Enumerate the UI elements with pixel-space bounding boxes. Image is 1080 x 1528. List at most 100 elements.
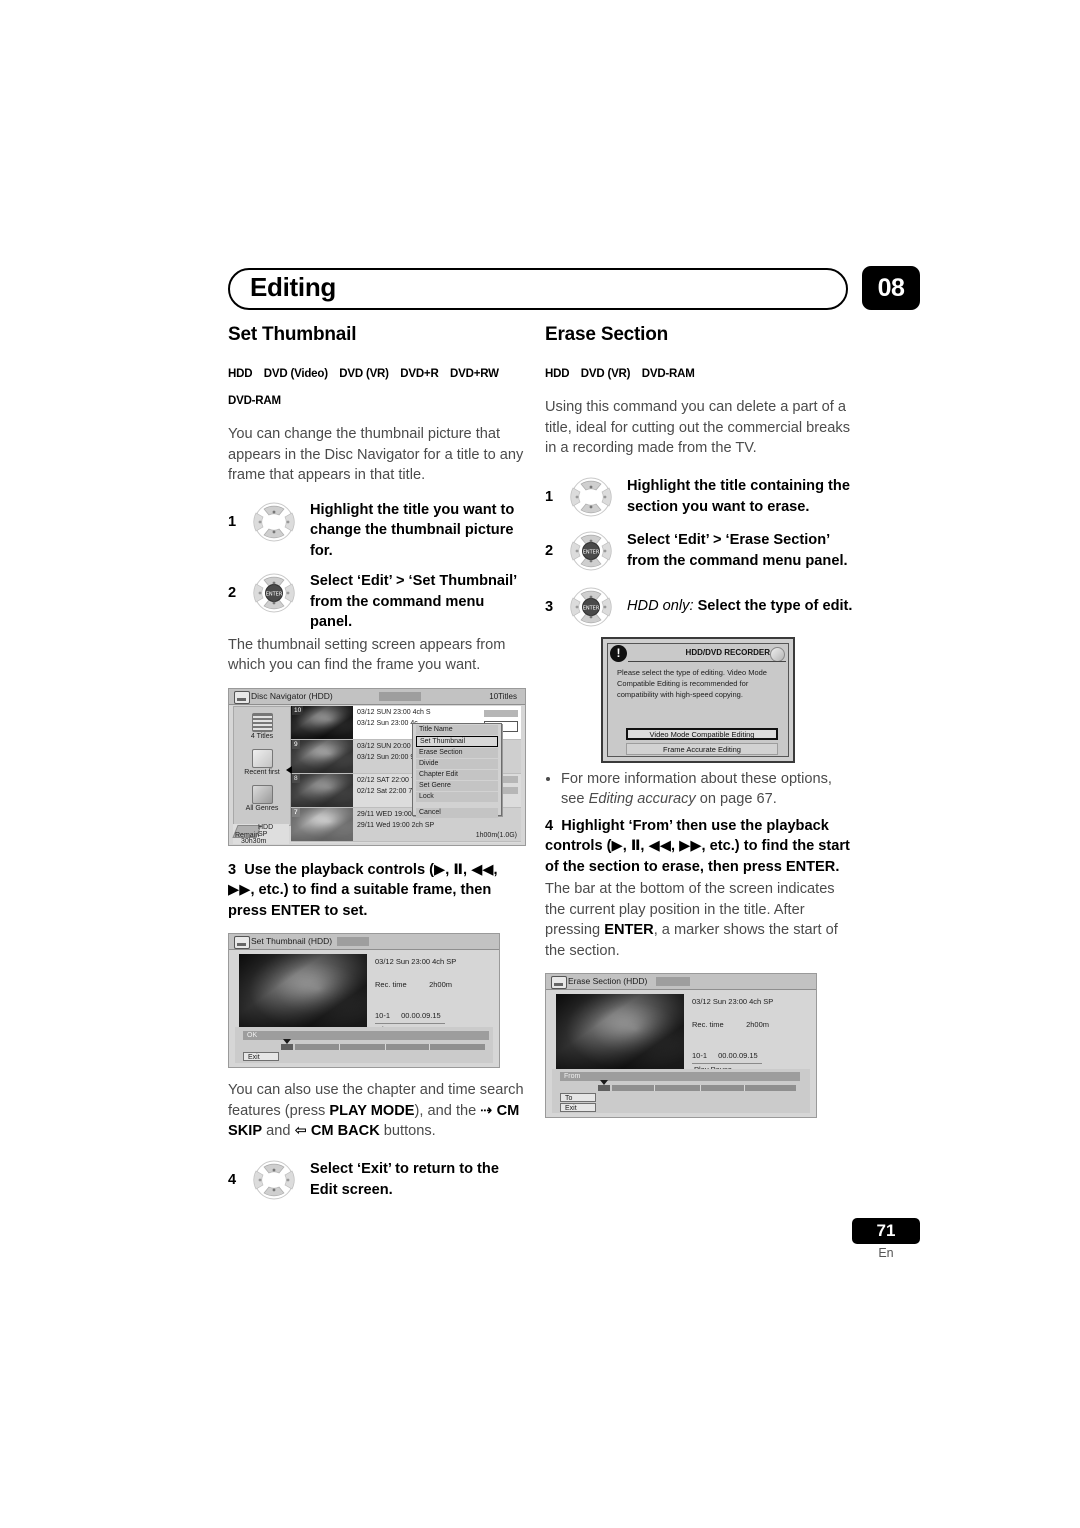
cursor-pad-icon <box>561 475 621 519</box>
ok-button[interactable]: OK <box>243 1031 489 1040</box>
step-number: 2 <box>545 542 554 559</box>
media-badge: DVD-RAM <box>223 384 281 414</box>
title-size: 1h00m(1.0G) <box>475 831 517 839</box>
sidebar-item-label: All Genres <box>245 804 279 812</box>
osd-title: Set Thumbnail (HDD) <box>251 936 333 946</box>
divider <box>628 660 786 662</box>
step-3-text: Select the type of edit. <box>697 598 853 615</box>
storage-status: HDD SP Remain 30h30m <box>232 823 289 845</box>
svg-text:ENTER: ENTER <box>266 592 283 598</box>
remain-value: 30h30m <box>241 837 267 845</box>
list-item: For more information about these options… <box>561 769 855 810</box>
cm-back-icon: ⇦ <box>294 1123 307 1139</box>
menu-item-title-name[interactable]: Title Name <box>416 724 498 735</box>
disc-navigator-screenshot: Disc Navigator (HDD) 10Titles 4 Titles R… <box>228 687 526 846</box>
dialog-inner: ! HDD/DVD RECORDER Please select the typ… <box>607 642 789 757</box>
menu-item-erase-section[interactable]: Erase Section <box>416 747 498 758</box>
title-number: 7 <box>292 807 300 817</box>
step-3-set-thumbnail: 3 Use the playback controls (▶, Ⅱ, ◀◀, ▶… <box>228 860 528 922</box>
menu-item-lock[interactable]: Lock <box>416 791 498 802</box>
title-number: 9 <box>292 739 300 749</box>
menu-item-set-genre[interactable]: Set Genre <box>416 780 498 791</box>
alert-icon: ! <box>610 644 627 662</box>
media-badge: DVD (Video) <box>258 357 328 387</box>
sidebar-item-titles[interactable]: 4 Titles <box>234 712 290 740</box>
recording-info: 03/12 Sun 23:00 4ch SP Rec. time 2h00m <box>375 956 456 990</box>
menu-item-set-thumbnail[interactable]: Set Thumbnail <box>416 735 498 747</box>
title-number: 8 <box>292 773 300 783</box>
step-1-text: Highlight the title containing the secti… <box>627 478 850 515</box>
video-mode-compatible-editing-button[interactable]: Video Mode Compatible Editing <box>626 727 778 740</box>
page-language: En <box>878 1246 894 1260</box>
menu-item-chapter-edit[interactable]: Chapter Edit <box>416 769 498 780</box>
osd-title-highlight <box>656 977 690 986</box>
media-badge: DVD (VR) <box>575 357 630 387</box>
progress-current <box>598 1085 610 1091</box>
cursor-pad-enter-icon: ENTER <box>561 585 621 629</box>
erase-section-icon <box>551 976 567 989</box>
exit-button[interactable]: Exit <box>243 1052 279 1061</box>
media-badges-erase-section: HDD DVD (VR) DVD-RAM <box>539 357 855 387</box>
title-info-line-2: 02/12 Sat 22:00 7cl <box>357 787 418 795</box>
osd-title: Erase Section (HDD) <box>568 976 648 986</box>
manual-page: Editing 08 Set Thumbnail HDD DVD (Video)… <box>0 0 1080 1528</box>
rec-time-label: Rec. time <box>692 1020 724 1029</box>
to-button[interactable]: To <box>560 1093 596 1102</box>
title-info-line-1: 03/12 SUN 23:00 4ch S <box>357 708 431 716</box>
step-4-text: Select ‘Exit’ to return to the Edit scre… <box>310 1161 499 1198</box>
section-title-erase-section: Erase Section <box>545 324 669 345</box>
osd-title-bar: Set Thumbnail (HDD) <box>229 934 499 950</box>
timecode-id: 10-1 <box>692 1051 708 1060</box>
timecode-value: 00.00.09.15 <box>718 1051 758 1060</box>
note-part-4: the <box>455 1102 481 1119</box>
cursor-pad-enter-icon: ENTER <box>561 529 621 573</box>
menu-item-cancel[interactable]: Cancel <box>416 807 498 818</box>
timecode-value: 00.00.09.15 <box>401 1011 441 1020</box>
dialog-title: HDD/DVD RECORDER <box>685 647 770 657</box>
transport-panel: OK Exit <box>235 1027 493 1063</box>
erase-section-intro: Using this command you can delete a part… <box>545 399 850 456</box>
exit-button[interactable]: Exit <box>560 1103 596 1112</box>
dialog-message: Please select the type of editing. Video… <box>617 667 767 699</box>
menu-item-divide[interactable]: Divide <box>416 758 498 769</box>
cm-skip-icon: ⇢ <box>480 1102 493 1119</box>
title-info-line-2: 03/12 Sun 20:00 9 <box>357 753 415 761</box>
from-button[interactable]: From <box>560 1072 800 1081</box>
step-number: 4 <box>545 817 554 834</box>
step-1-text: Highlight the title you want to change t… <box>310 501 515 559</box>
step-2-text: Select ‘Edit’ > ‘Set Thumbnail’ from the… <box>310 573 517 630</box>
sort-icon <box>251 748 273 768</box>
media-badge: DVD+R <box>395 357 439 387</box>
title-info-line-2: 29/11 Wed 19:00 2ch SP <box>357 821 435 829</box>
set-thumbnail-screenshot: Set Thumbnail (HDD) 03/12 Sun 23:00 4ch … <box>228 933 500 1068</box>
progress-track[interactable] <box>612 1085 796 1091</box>
title-thumbnail: 8 <box>291 773 353 807</box>
media-badge: DVD+RW <box>445 357 499 387</box>
step-4-erase-section: 4 Highlight ‘From’ then use the playback… <box>545 816 855 878</box>
cm-back-label: CM BACK <box>310 1123 380 1139</box>
disc-navigator-sidebar: 4 Titles Recent first All Genres <box>233 705 291 826</box>
timecode-id: 10-1 <box>375 1011 391 1020</box>
set-thumbnail-intro: You can change the thumbnail picture tha… <box>228 426 524 483</box>
timecode-row: 10-1 00.00.09.15 <box>692 1051 758 1060</box>
media-badge: DVD-RAM <box>636 357 695 387</box>
cursor-pad-enter-icon: ENTER <box>244 571 304 615</box>
sidebar-item-genre[interactable]: All Genres <box>234 784 290 812</box>
titles-count: 10Titles <box>489 691 517 701</box>
preview-image <box>239 954 367 1037</box>
title-thumbnail: 10 <box>291 705 353 739</box>
title-thumbnail: 9 <box>291 739 353 773</box>
step-3-text: Use the playback controls (▶, Ⅱ, ◀◀, ▶▶,… <box>228 861 498 919</box>
step-1-set-thumbnail: 1 Highlight the title you want to change… <box>228 500 528 562</box>
step-3-text-wrap: HDD only: Select the type of edit. <box>621 596 852 617</box>
progress-track[interactable] <box>295 1044 485 1050</box>
media-badge: HDD <box>222 357 253 387</box>
osd-title-highlight <box>379 691 421 701</box>
rec-time-row: Rec. time 2h00m <box>692 1019 773 1030</box>
bullet-part-2: on page 67. <box>695 791 777 807</box>
sidebar-item-sort[interactable]: Recent first <box>234 748 290 776</box>
recorder-dialog-wrap: ! HDD/DVD RECORDER Please select the typ… <box>545 636 855 765</box>
osd-title-highlight <box>337 937 369 946</box>
list-icon <box>251 712 273 732</box>
frame-accurate-editing-button[interactable]: Frame Accurate Editing <box>626 742 778 755</box>
